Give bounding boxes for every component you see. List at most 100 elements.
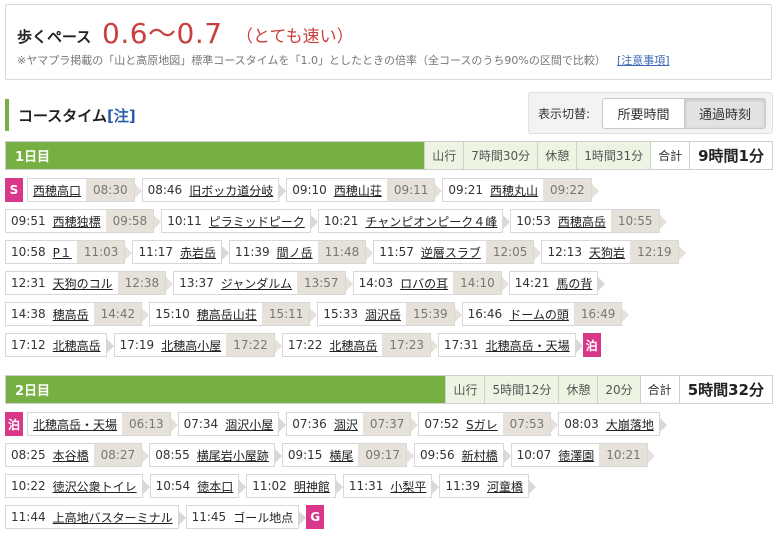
waypoint-link[interactable]: 新村橋	[460, 444, 503, 466]
departure-time: 14:10	[453, 272, 501, 294]
waypoint-link[interactable]: 本谷橋	[51, 444, 94, 466]
next-arrow-icon	[299, 511, 307, 525]
course-row: 11:44 上高地バスターミナル 11:45 ゴール地点 G	[5, 505, 328, 529]
waypoint-link[interactable]: 間ノ岳	[275, 241, 318, 263]
departure-time: 12:05	[485, 241, 534, 263]
waypoint-link[interactable]: 上高地バスターミナル	[51, 506, 178, 528]
rest-label: 休憩	[537, 142, 577, 169]
next-arrow-icon	[310, 215, 318, 229]
waypoint: 11:57 逆層スラブ 12:05	[373, 240, 542, 264]
waypoint-link[interactable]: 小梨平	[388, 475, 431, 497]
waypoint-link[interactable]: ロバの耳	[398, 272, 453, 294]
course-time-note-link[interactable]: [注]	[107, 105, 136, 126]
waypoint-link[interactable]: 横尾	[327, 444, 358, 466]
required-time-button[interactable]: 所要時間	[602, 98, 685, 129]
waypoint-link[interactable]: 徳沢公衆トイレ	[51, 475, 142, 497]
arrival-time: 09:51	[11, 214, 46, 228]
waypoint: 12:13 天狗岩 12:19	[541, 240, 686, 264]
start-badge: S	[5, 178, 23, 202]
pace-value: 0.6〜0.7	[102, 17, 223, 50]
waypoint-link[interactable]: 明神館	[292, 475, 335, 497]
waypoint: 11:45 ゴール地点	[185, 505, 307, 529]
waypoint: 09:10 西穂山荘 09:11	[286, 178, 443, 202]
waypoint-link[interactable]: 河童橋	[485, 475, 528, 497]
next-arrow-icon	[274, 449, 282, 463]
arrival-time: 10:07	[516, 448, 552, 462]
day-title: 1日目	[6, 142, 425, 169]
departure-time: 09:11	[386, 179, 435, 201]
waypoint-link[interactable]: 穂高岳山荘	[195, 303, 262, 325]
next-arrow-icon	[279, 184, 287, 198]
waypoint-link[interactable]: 横尾岩小屋跡	[195, 444, 274, 466]
waypoint: 10:58 P１ 11:03	[5, 240, 133, 264]
passing-time-button[interactable]: 通過時刻	[684, 98, 766, 129]
course-row: 10:22 徳沢公衆トイレ 10:54 徳本口 11:02 明神館 11:31 小梨平 11:3…	[5, 474, 537, 498]
waypoint-link[interactable]: 涸沢	[332, 413, 363, 435]
section-accent-bar	[5, 99, 9, 131]
waypoint-link[interactable]: 西穂高口	[28, 179, 86, 201]
waypoint-link[interactable]: 逆層スラブ	[419, 241, 486, 263]
waypoint-link[interactable]: ジャンダルム	[219, 272, 297, 294]
pace-note: ※ヤマプラ掲載の「山と高原地図」標準コースタイムを「1.0」としたときの倍率（全…	[17, 54, 606, 67]
arrival-time: 15:10	[155, 307, 190, 321]
waypoint-link[interactable]: 穂高岳	[51, 303, 94, 325]
arrival-time: 07:36	[292, 417, 327, 431]
waypoint-link[interactable]: P１	[51, 241, 77, 263]
waypoint-link[interactable]: 北穂高小屋	[159, 334, 226, 356]
next-arrow-icon	[591, 184, 599, 198]
departure-time: 06:13	[122, 413, 170, 435]
waypoint: 11:17 赤岩岳	[132, 240, 230, 264]
next-arrow-icon	[134, 184, 142, 198]
waypoint-link[interactable]: 天狗岩	[587, 241, 630, 263]
next-arrow-icon	[170, 418, 178, 432]
next-arrow-icon	[222, 246, 230, 260]
waypoint-link[interactable]: 天狗のコル	[51, 272, 118, 294]
departure-time: 08:27	[93, 444, 142, 466]
waypoint-link[interactable]: 西穂丸山	[488, 179, 543, 201]
next-arrow-icon	[431, 339, 439, 353]
waypoint-link[interactable]: 馬の背	[554, 272, 597, 294]
waypoint-link[interactable]: ドームの頭	[507, 303, 574, 325]
caution-link[interactable]: [注意事項]	[617, 52, 670, 68]
walk-label: 山行	[445, 376, 485, 403]
next-arrow-icon	[659, 418, 667, 432]
arrival-time: 10:11	[167, 214, 202, 228]
departure-time: 09:17	[358, 444, 407, 466]
pace-label: 歩くペース	[17, 28, 92, 46]
walk-time: 7時間30分	[463, 142, 538, 169]
arrival-time: 14:21	[514, 276, 550, 290]
arrival-time: 12:31	[11, 276, 46, 290]
arrival-time: 07:52	[424, 417, 460, 431]
waypoint-link[interactable]: 北穂高岳・天場	[484, 334, 575, 356]
rest-label: 休憩	[558, 376, 598, 403]
rest-time: 1時間31分	[576, 142, 651, 169]
waypoint-link[interactable]: Sガレ	[464, 413, 503, 435]
waypoint-link[interactable]: 徳澤園	[556, 444, 599, 466]
departure-time: 09:22	[543, 179, 591, 201]
waypoint-link[interactable]: 北穂高岳	[327, 334, 382, 356]
next-arrow-icon	[534, 246, 542, 260]
waypoint-link[interactable]: チャンピオンピーク４峰	[363, 210, 502, 232]
waypoint-link[interactable]: 赤岩岳	[178, 241, 221, 263]
arrival-time: 13:37	[179, 276, 214, 290]
waypoint: 10:07 徳澤園 10:21	[510, 443, 655, 467]
waypoint-link[interactable]: 西穂高岳	[556, 210, 611, 232]
waypoint: 14:38 穂高岳 14:42	[5, 302, 150, 326]
waypoint-link[interactable]: 北穂高岳・天場	[28, 413, 122, 435]
waypoint-link[interactable]: ピラミッドピーク	[207, 210, 310, 232]
next-arrow-icon	[345, 277, 353, 291]
waypoint: 13:37 ジャンダルム 13:57	[173, 271, 353, 295]
waypoint-link[interactable]: 大崩落地	[604, 413, 659, 435]
overnight-badge: 泊	[582, 333, 601, 357]
waypoint-link[interactable]: 北穂高岳	[51, 334, 106, 356]
next-arrow-icon	[647, 449, 655, 463]
waypoint-link[interactable]: 旧ボッカ道分岐	[187, 179, 278, 201]
waypoint-link[interactable]: 西穂山荘	[332, 179, 387, 201]
arrival-time: 17:31	[444, 338, 479, 352]
waypoint-link[interactable]: 西穂独標	[51, 210, 106, 232]
waypoint-link[interactable]: 涸沢小屋	[223, 413, 278, 435]
next-arrow-icon	[551, 418, 559, 432]
waypoint-link[interactable]: 徳本口	[195, 475, 238, 497]
waypoint-link[interactable]: 涸沢岳	[363, 303, 406, 325]
arrival-time: 10:22	[11, 479, 46, 493]
